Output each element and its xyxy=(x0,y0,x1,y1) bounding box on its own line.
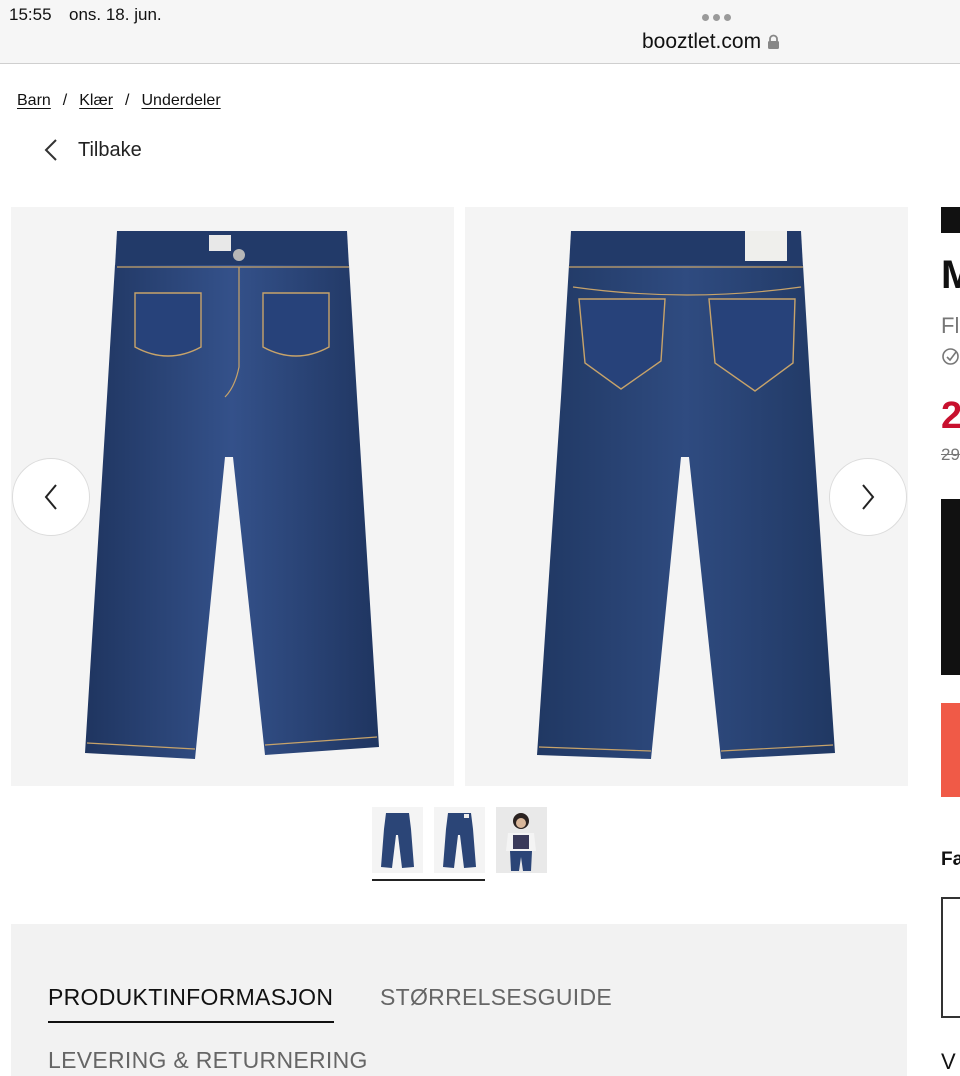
thumbnail-active-indicator xyxy=(372,879,485,881)
product-info-section: PRODUKTINFORMASJON STØRRELSESGUIDE LEVER… xyxy=(11,924,907,1076)
product-details-panel: M Fl 2 29 Fa V xyxy=(941,207,960,1076)
breadcrumb-klaer[interactable]: Klær xyxy=(79,92,113,110)
product-subtitle: Fl xyxy=(941,313,960,338)
status-time: 15:55 xyxy=(9,5,52,24)
size-select-button[interactable] xyxy=(941,499,960,675)
info-box xyxy=(941,897,960,1018)
model-thumb-image xyxy=(496,807,547,873)
lock-icon xyxy=(768,34,780,49)
thumbnail-front[interactable] xyxy=(372,807,423,873)
thumbnail-model[interactable] xyxy=(496,807,547,873)
back-label: Tilbake xyxy=(78,138,142,161)
url-text: booztlet.com xyxy=(642,30,762,53)
add-to-cart-button[interactable] xyxy=(941,703,960,797)
chevron-left-icon xyxy=(44,484,57,510)
tab-produktinformasjon[interactable]: PRODUKTINFORMASJON xyxy=(48,984,333,1011)
brand-badge[interactable] xyxy=(941,207,960,233)
status-date: ons. 18. jun. xyxy=(69,5,162,24)
sustainability-icon xyxy=(942,348,959,365)
product-old-price: 29 xyxy=(941,445,960,464)
jeans-front-thumb-image xyxy=(381,813,414,868)
chevron-right-icon xyxy=(862,484,875,510)
gallery-prev-button[interactable] xyxy=(12,458,90,536)
breadcrumb-underdeler[interactable]: Underdeler xyxy=(141,92,220,110)
breadcrumb-barn[interactable]: Barn xyxy=(17,92,51,110)
breadcrumb: Barn / Klær / Underdeler xyxy=(17,92,221,110)
breadcrumb-separator: / xyxy=(62,92,68,109)
jeans-back-thumb-image xyxy=(443,813,476,868)
product-price: 2 xyxy=(941,395,960,437)
thumbnail-back[interactable] xyxy=(434,807,485,873)
tab-active-underline xyxy=(48,1021,334,1023)
breadcrumb-separator: / xyxy=(125,92,130,109)
tab-levering-returnering[interactable]: LEVERING & RETURNERING xyxy=(48,1047,368,1074)
address-bar[interactable]: booztlet.com xyxy=(642,30,780,54)
tab-storrelsesguide[interactable]: STØRRELSESGUIDE xyxy=(380,984,612,1011)
bottom-heading: V xyxy=(941,1049,956,1074)
product-title: M xyxy=(941,253,960,297)
back-button[interactable]: Tilbake xyxy=(44,138,142,162)
chevron-left-icon xyxy=(44,139,57,161)
browser-menu-dots-icon[interactable] xyxy=(702,14,731,21)
browser-status-bar: 15:55 ons. 18. jun. booztlet.com xyxy=(0,0,960,64)
section-heading: Fa xyxy=(941,849,960,870)
gallery-next-button[interactable] xyxy=(829,458,907,536)
